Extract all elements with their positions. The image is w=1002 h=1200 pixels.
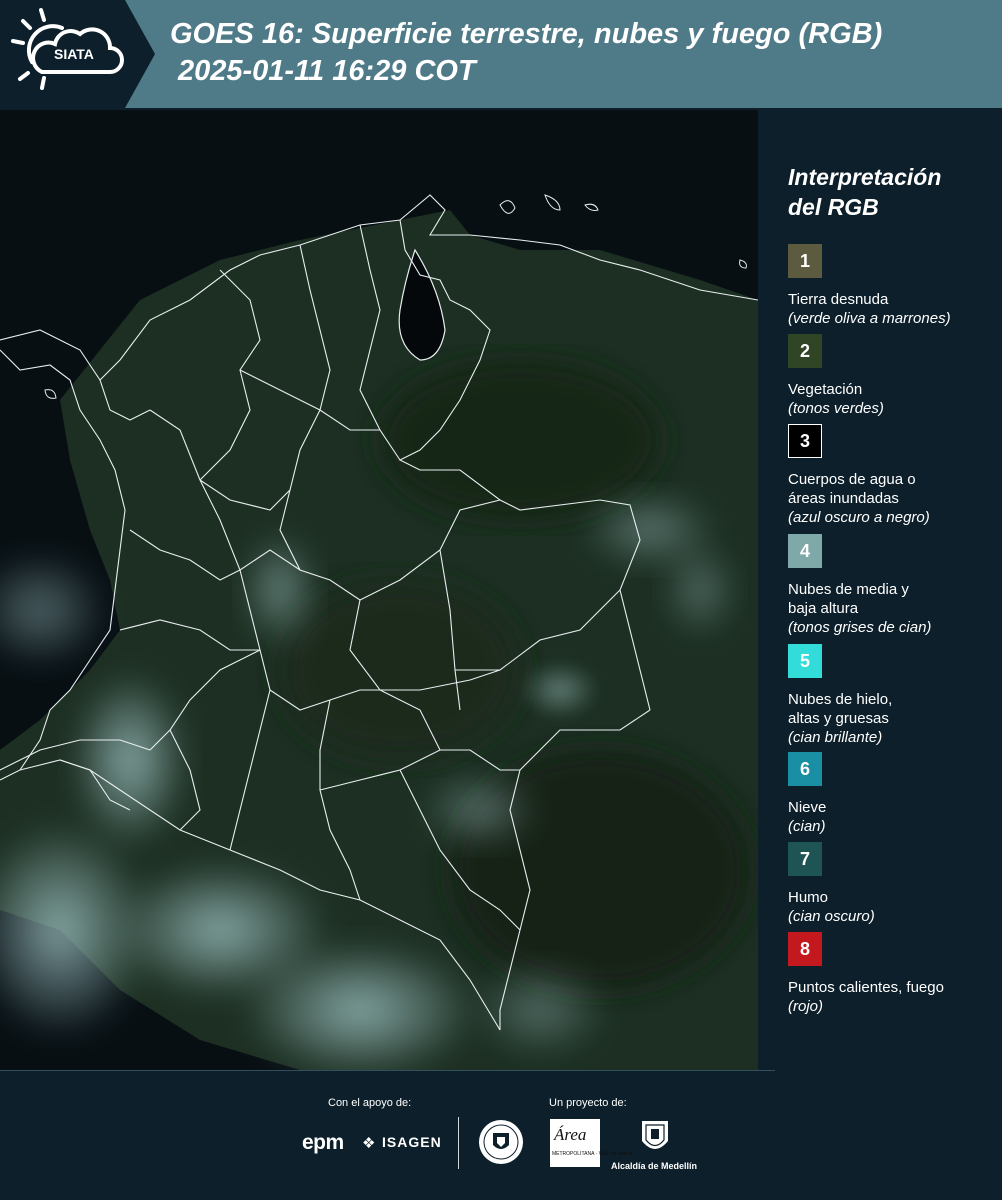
legend-item-vegetation: 2 Vegetación (tonos verdes) — [788, 334, 998, 418]
legend-title-line2: del RGB — [788, 194, 879, 220]
support-label: Con el apoyo de: — [328, 1097, 412, 1109]
project-label: Un proyecto de: — [549, 1097, 627, 1109]
isagen-icon: ❖ — [362, 1135, 376, 1152]
legend-item-water: 3 Cuerpos de agua o áreas inundadas (azu… — [788, 424, 998, 527]
medellin-shield-icon — [642, 1121, 668, 1149]
legend-swatch: 5 — [788, 644, 822, 678]
legend-swatch: 2 — [788, 334, 822, 368]
legend-label: Tierra desnuda — [788, 291, 889, 308]
legend-description: (cian oscuro) — [788, 908, 875, 925]
legend-swatch: 7 — [788, 842, 822, 876]
legend-description: (verde oliva a marrones) — [788, 310, 951, 327]
area-logo-sub: METROPOLITANA · Valle de Aburrá — [552, 1151, 633, 1157]
legend-label-line: Nubes de hielo, — [788, 691, 893, 708]
legend-item-fire: 8 Puntos calientes, fuego (rojo) — [788, 932, 998, 1016]
isagen-logo: ISAGEN — [382, 1134, 442, 1150]
legend-swatch: 6 — [788, 752, 822, 786]
legend-label: Puntos calientes, fuego — [788, 979, 944, 996]
legend-label-line: Nubes de media y — [788, 581, 909, 598]
legend-label-line: áreas inundadas — [788, 490, 899, 507]
legend-description: (tonos grises de cian) — [788, 619, 932, 636]
legend-item-bare-soil: 1 Tierra desnuda (verde oliva a marrones… — [788, 244, 998, 328]
epm-logo: epm — [302, 1131, 344, 1154]
legend-label: Cuerpos de agua o áreas inundadas — [788, 470, 998, 508]
footer: Con el apoyo de: Un proyecto de: epm ❖ I… — [0, 1071, 1002, 1200]
legend-item-mid-low-clouds: 4 Nubes de media y baja altura (tonos gr… — [788, 534, 998, 637]
legend-swatch: 4 — [788, 534, 822, 568]
area-logo-text: Área — [554, 1125, 587, 1144]
legend-item-smoke: 7 Humo (cian oscuro) — [788, 842, 998, 926]
area-metropolitana-logo: Área METROPOLITANA · Valle de Aburrá — [550, 1119, 632, 1167]
legend-description: (cian brillante) — [788, 729, 883, 746]
legend-title: Interpretación del RGB — [788, 162, 941, 222]
siata-logo-panel: SIATA — [0, 0, 155, 108]
legend-swatch: 3 — [788, 424, 822, 458]
legend-description: (rojo) — [788, 998, 824, 1015]
satellite-map-image — [0, 110, 758, 1070]
legend-label: Nubes de media y baja altura — [788, 580, 998, 618]
university-seal-icon — [479, 1120, 523, 1164]
legend-swatch: 1 — [788, 244, 822, 278]
legend-panel: Interpretación del RGB 1 Tierra desnuda … — [762, 110, 1002, 1070]
legend-label: Nubes de hielo, altas y gruesas — [788, 690, 998, 728]
page-title: GOES 16: Superficie terrestre, nubes y f… — [170, 16, 882, 90]
alcaldia-logo-text: Alcaldía de Medellín — [611, 1161, 698, 1171]
legend-label: Vegetación — [788, 381, 863, 398]
header-bar: SIATA GOES 16: Superficie terrestre, nub… — [0, 0, 1002, 108]
legend-label: Nieve — [788, 799, 827, 816]
legend-label-line: altas y gruesas — [788, 710, 889, 727]
legend-description: (tonos verdes) — [788, 400, 884, 417]
legend-description: (azul oscuro a negro) — [788, 509, 930, 526]
legend-label-line: baja altura — [788, 600, 859, 617]
title-line-timestamp: 2025-01-11 16:29 COT — [178, 55, 476, 87]
legend-title-line1: Interpretación — [788, 164, 942, 190]
legend-swatch: 8 — [788, 932, 822, 966]
siata-logo-text: SIATA — [54, 46, 94, 62]
satellite-map — [0, 110, 758, 1070]
legend-label-line: Cuerpos de agua o — [788, 471, 916, 488]
legend-description: (cian) — [788, 818, 826, 835]
title-line-product: GOES 16: Superficie terrestre, nubes y f… — [170, 18, 883, 50]
legend-item-ice-clouds: 5 Nubes de hielo, altas y gruesas (cian … — [788, 644, 998, 747]
footer-separator — [458, 1117, 459, 1169]
legend-item-snow: 6 Nieve (cian) — [788, 752, 998, 836]
legend-label: Humo — [788, 889, 829, 906]
